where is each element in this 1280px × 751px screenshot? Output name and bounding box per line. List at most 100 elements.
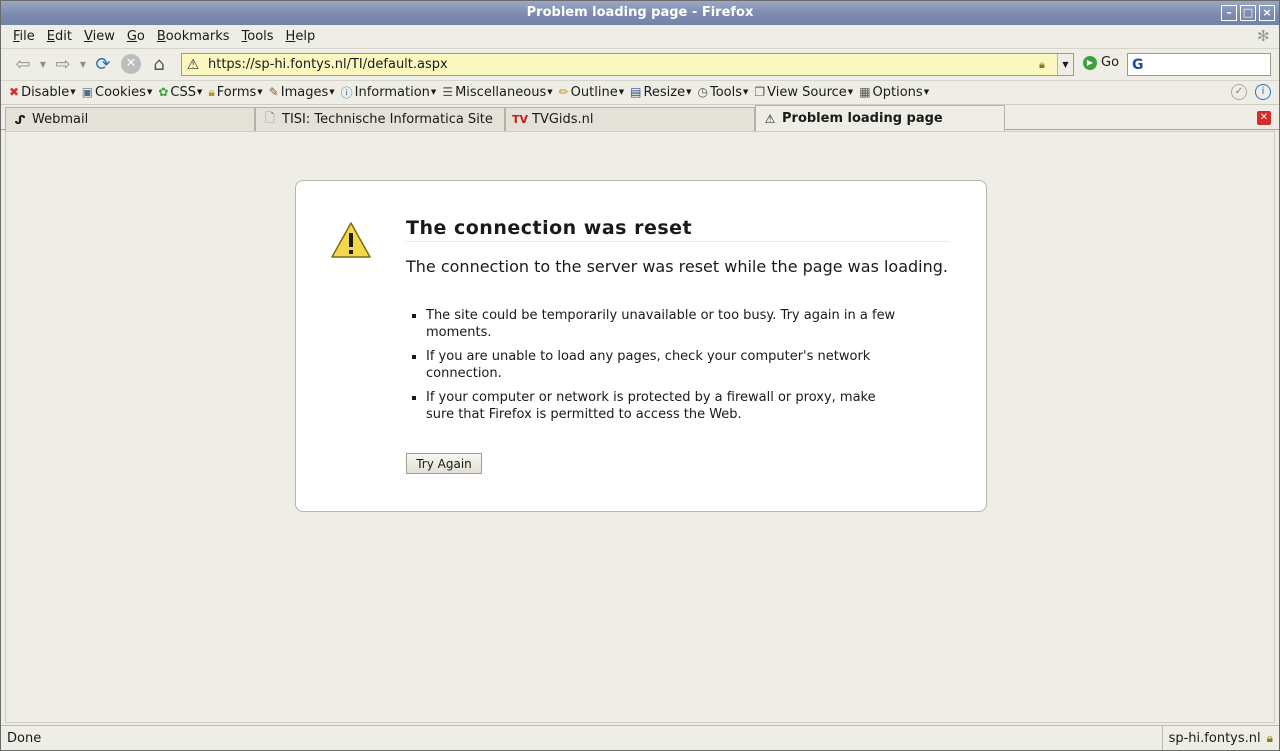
minimize-button[interactable]: –: [1221, 5, 1237, 21]
dev-resize-menu[interactable]: ▤ Resize ▼: [630, 85, 691, 100]
dev-images-label: Images: [280, 84, 329, 100]
url-bar[interactable]: ⚠ https://sp-hi.fontys.nl/TI/default.asp…: [181, 53, 1074, 76]
suggestion-item: If your computer or network is protected…: [426, 389, 896, 423]
tab-tisi[interactable]: 🗋︎ TISI: Technische Informatica Site: [255, 107, 505, 131]
dropdown-arrow-icon: ▼: [743, 88, 749, 96]
status-security-panel[interactable]: sp-hi.fontys.nl 🔒︎: [1161, 726, 1279, 750]
tab-label: Problem loading page: [782, 111, 943, 126]
menu-view[interactable]: View: [78, 29, 121, 44]
close-window-button[interactable]: ×: [1259, 5, 1275, 21]
warning-triangle-icon: [331, 222, 371, 258]
status-host: sp-hi.fontys.nl: [1168, 730, 1261, 746]
title-bar: Problem loading page - Firefox – □ ×: [1, 1, 1279, 25]
google-icon[interactable]: G: [1132, 57, 1144, 73]
url-history-dropdown[interactable]: ▼: [1057, 54, 1073, 75]
navigation-toolbar: ⇦ ▼ ⇨ ▼ ⟳ ✕ ⌂ ⚠ https://sp-hi.fontys.nl/…: [1, 48, 1279, 79]
search-box[interactable]: G: [1127, 53, 1271, 76]
resize-icon: ▤: [630, 85, 642, 99]
reload-button[interactable]: ⟳: [89, 51, 117, 77]
forward-button[interactable]: ⇨: [49, 51, 77, 77]
dev-outline-menu[interactable]: ✏ Outline ▼: [559, 85, 624, 100]
menu-bookmarks[interactable]: Bookmarks: [151, 29, 236, 44]
tab-webmail[interactable]: ᔑ Webmail: [5, 107, 255, 131]
tab-tvgids[interactable]: TV TVGids.nl: [505, 107, 755, 131]
menu-tools[interactable]: Tools: [236, 29, 280, 44]
view-source-icon: ❐: [754, 85, 766, 99]
dev-css-menu[interactable]: ✿ CSS ▼: [158, 85, 202, 100]
menu-bar: File Edit View Go Bookmarks Tools Help: [1, 25, 1279, 47]
dropdown-arrow-icon: ▼: [39, 59, 47, 69]
tools-clock-icon: ◷: [697, 85, 708, 99]
try-again-button[interactable]: Try Again: [406, 453, 482, 474]
page-icon: 🗋︎: [265, 111, 275, 125]
dev-css-label: CSS: [170, 84, 196, 100]
menu-view-key: V: [83, 28, 93, 44]
dev-information-label: Information: [354, 84, 430, 100]
close-tab-button[interactable]: ✕: [1257, 111, 1271, 125]
dropdown-arrow-icon: ▼: [196, 88, 203, 96]
stop-icon: ✕: [121, 54, 141, 74]
search-input[interactable]: [1147, 57, 1258, 72]
dev-miscellaneous-label: Miscellaneous: [455, 84, 547, 100]
tab-label: TISI: Technische Informatica Site: [282, 112, 493, 127]
dev-miscellaneous-menu[interactable]: ☰ Miscellaneous ▼: [442, 85, 552, 100]
window-controls: – □ ×: [1221, 5, 1275, 21]
tab-problem-loading[interactable]: ⚠ Problem loading page: [755, 105, 1005, 131]
dev-tools-menu[interactable]: ◷ Tools ▼: [697, 85, 748, 100]
forms-lock-icon: 🔒︎: [208, 84, 215, 99]
tab-label: TVGids.nl: [532, 112, 594, 127]
menu-help-label: elp: [295, 28, 316, 44]
status-text: Done: [7, 730, 42, 746]
back-button[interactable]: ⇦: [9, 51, 37, 77]
error-description: The connection to the server was reset w…: [406, 257, 949, 276]
lock-icon[interactable]: 🔒︎: [1267, 731, 1273, 746]
dev-view-source-menu[interactable]: ❐ View Source ▼: [754, 85, 853, 100]
web-developer-toolbar: ✖ Disable ▼ ▣ Cookies ▼ ✿ CSS ▼ 🔒︎ Forms ▼ ✎ Imag…: [1, 80, 1279, 103]
suggestion-item: The site could be temporarily unavailabl…: [426, 307, 896, 341]
page-content: The connection was reset The connection …: [5, 131, 1275, 723]
dev-status-icons: ✓ i: [1231, 84, 1271, 100]
stop-button[interactable]: ✕: [117, 51, 145, 77]
menu-go[interactable]: Go: [121, 29, 151, 44]
forward-history-button[interactable]: ▼: [77, 51, 89, 77]
warning-icon: ⚠: [764, 111, 776, 126]
dev-cookies-menu[interactable]: ▣ Cookies ▼: [82, 85, 153, 100]
menu-go-label: o: [136, 28, 145, 44]
menu-help-key: H: [285, 28, 296, 44]
back-history-button[interactable]: ▼: [37, 51, 49, 77]
css-icon: ✿: [158, 85, 169, 99]
forward-arrow-icon: ⇨: [55, 53, 71, 75]
url-text[interactable]: https://sp-hi.fontys.nl/TI/default.aspx: [204, 57, 1039, 72]
outline-pencil-icon: ✏: [558, 85, 569, 99]
status-bar: Done sp-hi.fontys.nl 🔒︎: [1, 725, 1279, 750]
dropdown-arrow-icon: ▼: [430, 88, 437, 96]
dev-outline-label: Outline: [570, 84, 618, 100]
dev-images-menu[interactable]: ✎ Images ▼: [269, 85, 335, 100]
maximize-button[interactable]: □: [1240, 5, 1256, 21]
menu-view-label: iew: [92, 28, 115, 44]
reload-icon: ⟳: [95, 53, 111, 75]
dev-options-menu[interactable]: ▦ Options ▼: [859, 85, 929, 100]
menu-bookmarks-key: B: [156, 28, 166, 44]
menu-file[interactable]: File: [7, 29, 41, 44]
dev-view-source-label: View Source: [767, 84, 847, 100]
dev-information-menu[interactable]: ⓘ Information ▼: [341, 84, 437, 101]
home-icon: ⌂: [153, 53, 165, 75]
cookies-icon: ▣: [81, 85, 94, 99]
menu-file-label: ile: [19, 28, 35, 44]
dev-forms-menu[interactable]: 🔒︎ Forms ▼: [208, 85, 262, 100]
validation-check-icon[interactable]: ✓: [1231, 84, 1247, 100]
dropdown-arrow-icon: ▼: [79, 59, 87, 69]
menu-help[interactable]: Help: [280, 29, 322, 44]
go-button[interactable]: ▶ Go: [1083, 55, 1119, 70]
info-icon[interactable]: i: [1255, 84, 1271, 100]
fontys-icon: ᔑ: [14, 112, 26, 127]
dropdown-arrow-icon: ▼: [618, 88, 625, 96]
home-button[interactable]: ⌂: [145, 51, 173, 77]
menu-edit[interactable]: Edit: [41, 29, 78, 44]
browser-window: Problem loading page - Firefox – □ × Fil…: [0, 0, 1280, 751]
dev-forms-label: Forms: [216, 84, 257, 100]
menu-edit-label: dit: [55, 28, 72, 44]
dev-disable-menu[interactable]: ✖ Disable ▼: [9, 85, 76, 100]
lock-icon[interactable]: 🔒︎: [1039, 58, 1057, 72]
